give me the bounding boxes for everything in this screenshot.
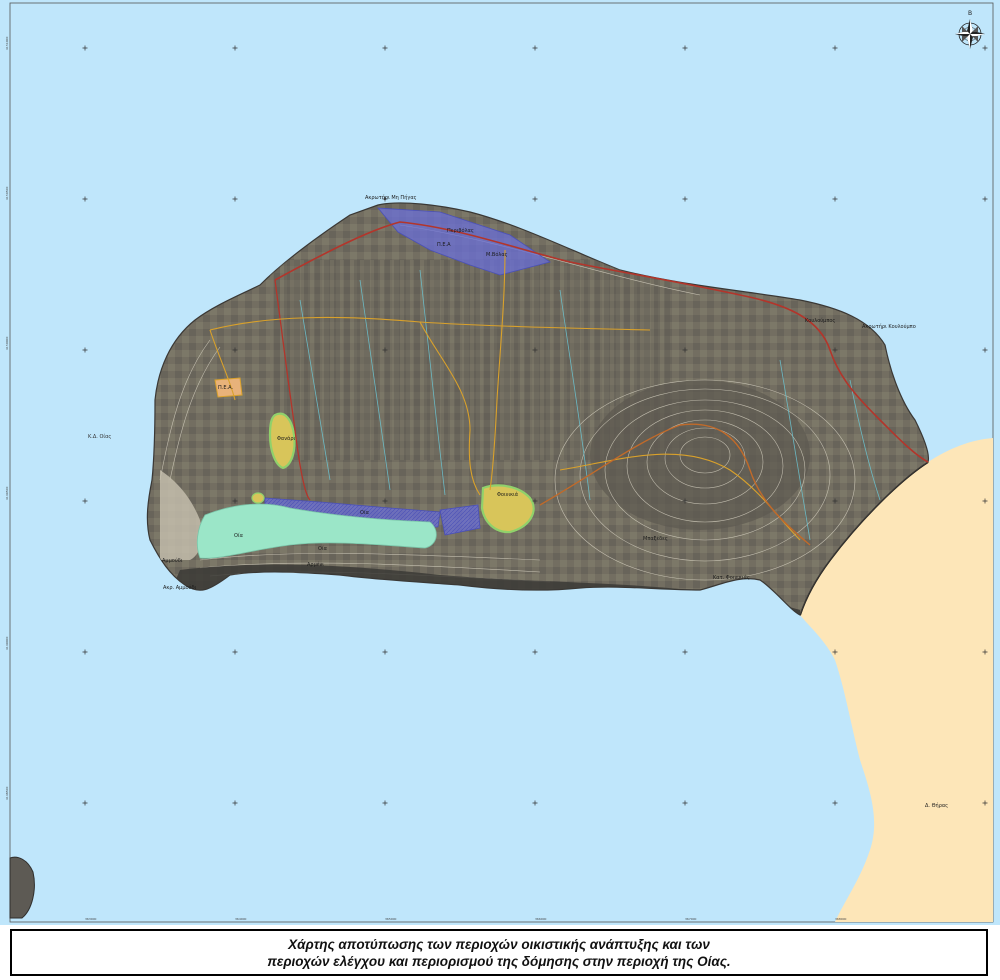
tick-y-5: 4148500 (5, 787, 9, 800)
tick-x-1: 364000 (235, 917, 247, 921)
label-cape-east: Ακρωτήρι Κουλούμπο (862, 323, 916, 330)
label-zone-f: Π.Ε.Α. (218, 385, 234, 391)
map-frame[interactable]: 363000 364000 365000 366000 367000 36800… (0, 0, 1000, 925)
label-village-fanari: Φανάρι (277, 435, 295, 442)
small-village-zone[interactable] (251, 492, 265, 504)
label-coast-east: Κατ. Φοινικιάς (713, 574, 750, 581)
tick-x-4: 367000 (685, 917, 697, 921)
tick-y-4: 4149000 (5, 637, 9, 650)
label-mainland: Δ. Θήρας (925, 802, 948, 809)
label-sea-west: Κ.Δ. Οίας (88, 433, 111, 440)
label-cape-ammoudi: Ακρ. Αμμούδι (163, 584, 197, 591)
tick-x-0: 363000 (85, 917, 97, 921)
label-village-finikia: Φοινικιά (497, 491, 519, 498)
tick-x-3: 366000 (535, 917, 547, 921)
label-oia: Οία (234, 532, 244, 539)
map-title-line-2: περιοχών ελέγχου και περιορισμού της δόμ… (267, 953, 731, 969)
tick-x-5: 368000 (835, 917, 847, 921)
map-canvas[interactable]: 363000 364000 365000 366000 367000 36800… (0, 0, 1000, 925)
label-zone-south: Οία (360, 509, 370, 516)
label-north-zone-sub: Μ.Βόλας (486, 251, 508, 258)
map-title-line-1: Χάρτης αποτύπωσης των περιοχών οικιστική… (288, 936, 710, 952)
map-title-box: Χάρτης αποτύπωσης των περιοχών οικιστική… (10, 929, 988, 976)
label-coast-armeni: Αρμένι (307, 561, 324, 568)
compass-north-label: Β (968, 10, 972, 17)
label-east-place: Κουλούμπος (805, 317, 835, 324)
tick-y-2: 4150000 (5, 337, 9, 350)
tick-x-2: 365000 (385, 917, 397, 921)
label-oia-center: Οία (318, 545, 328, 552)
label-port-ammoudi: Αμμούδι (162, 557, 183, 564)
tick-y-0: 4151000 (5, 37, 9, 50)
label-north-zone-code: Π.Ε.Α (437, 242, 451, 248)
label-place-south: Μπαξέδες (643, 535, 668, 542)
tick-y-1: 4150500 (5, 187, 9, 200)
label-cape-north: Ακρωτήρι Μη Πήγας (365, 194, 417, 201)
tick-y-3: 4149500 (5, 487, 9, 500)
label-north-zone: Περιβόλας (447, 227, 474, 234)
